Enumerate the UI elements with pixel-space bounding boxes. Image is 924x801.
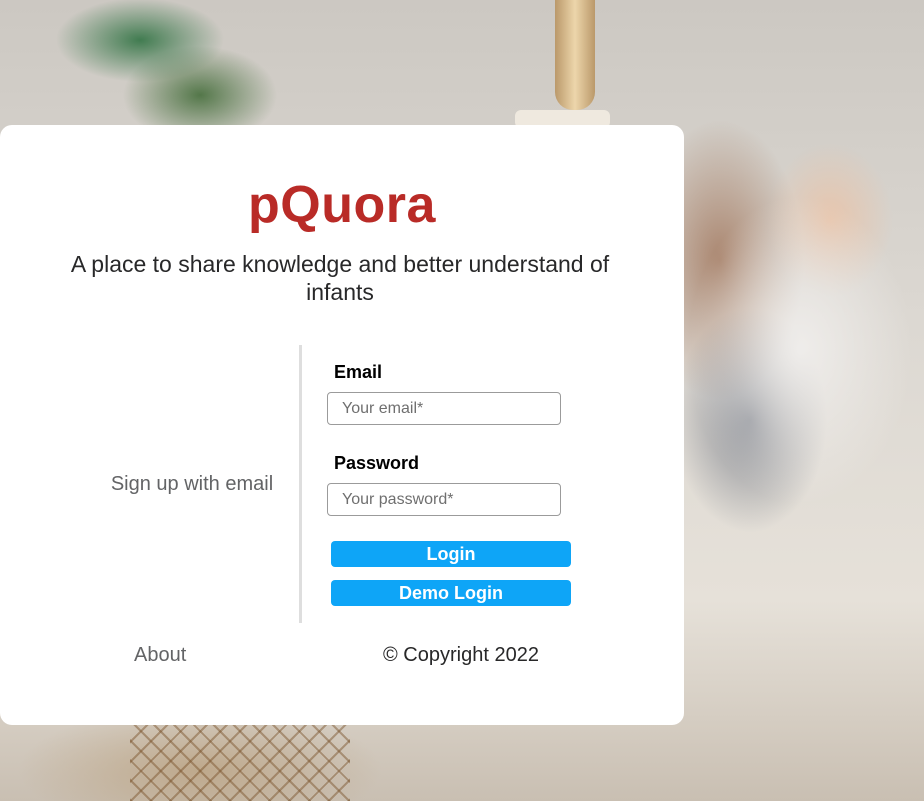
background-basket: [130, 725, 350, 801]
tagline: A place to share knowledge and better un…: [70, 251, 610, 305]
password-label: Password: [334, 453, 420, 473]
background-lamp: [555, 0, 595, 110]
signup-column: Sign up with email: [0, 345, 300, 623]
demo-login-button[interactable]: Demo Login: [331, 580, 571, 606]
copyright-text: © Copyright 2022: [383, 644, 539, 666]
password-field[interactable]: [327, 483, 561, 516]
brand-logo: pQuora: [248, 176, 436, 234]
email-label: Email: [334, 362, 383, 382]
login-button[interactable]: Login: [331, 541, 571, 567]
signup-with-email-link[interactable]: Sign up with email: [111, 473, 273, 496]
login-card: pQuora A place to share knowledge and be…: [0, 125, 684, 725]
column-divider: [299, 345, 302, 623]
about-link[interactable]: About: [134, 644, 186, 667]
email-field[interactable]: [327, 392, 561, 425]
